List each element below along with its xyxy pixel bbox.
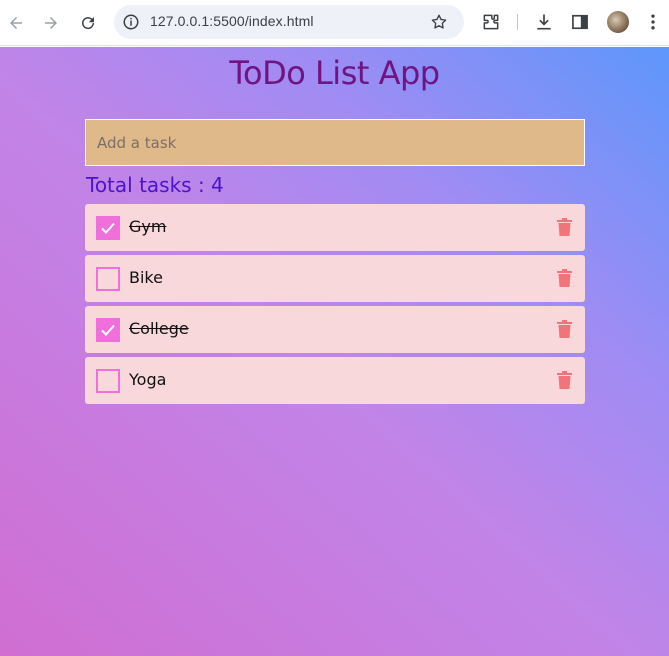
- site-info-icon[interactable]: [122, 13, 140, 31]
- extensions-puzzle-icon[interactable]: [481, 12, 501, 32]
- trash-icon[interactable]: [557, 218, 572, 236]
- checkmark-icon: [101, 222, 115, 234]
- toolbar-divider: [517, 14, 518, 30]
- task-item: Bike: [85, 255, 585, 302]
- trash-icon[interactable]: [557, 269, 572, 287]
- task-checkbox[interactable]: [96, 216, 120, 240]
- kebab-menu-icon[interactable]: [643, 12, 663, 32]
- task-item: Yoga: [85, 357, 585, 404]
- task-list: Gym Bike College Yoga: [85, 204, 585, 408]
- back-arrow-icon[interactable]: [4, 11, 28, 35]
- forward-arrow-icon[interactable]: [39, 11, 63, 35]
- task-checkbox[interactable]: [96, 369, 120, 393]
- reload-icon[interactable]: [76, 11, 100, 35]
- browser-toolbar: 127.0.0.1:5500/index.html: [0, 0, 669, 46]
- task-label: Yoga: [129, 370, 167, 389]
- download-icon[interactable]: [534, 12, 554, 32]
- trash-icon[interactable]: [557, 320, 572, 338]
- checkmark-icon: [101, 324, 115, 336]
- task-label: Gym: [129, 217, 167, 236]
- task-item: Gym: [85, 204, 585, 251]
- page-viewport: ToDo List App Total tasks : 4 Gym Bike C…: [0, 47, 669, 656]
- url-text[interactable]: 127.0.0.1:5500/index.html: [150, 13, 314, 29]
- trash-icon[interactable]: [557, 371, 572, 389]
- side-panel-icon[interactable]: [570, 12, 590, 32]
- total-tasks-count: Total tasks : 4: [86, 173, 224, 197]
- task-label: College: [129, 319, 189, 338]
- app-title: ToDo List App: [229, 54, 440, 92]
- profile-avatar[interactable]: [607, 11, 629, 33]
- task-checkbox[interactable]: [96, 267, 120, 291]
- task-checkbox[interactable]: [96, 318, 120, 342]
- task-label: Bike: [129, 268, 163, 287]
- bookmark-star-icon[interactable]: [430, 13, 448, 31]
- task-item: College: [85, 306, 585, 353]
- add-task-input[interactable]: [85, 119, 585, 166]
- address-bar[interactable]: 127.0.0.1:5500/index.html: [114, 5, 464, 39]
